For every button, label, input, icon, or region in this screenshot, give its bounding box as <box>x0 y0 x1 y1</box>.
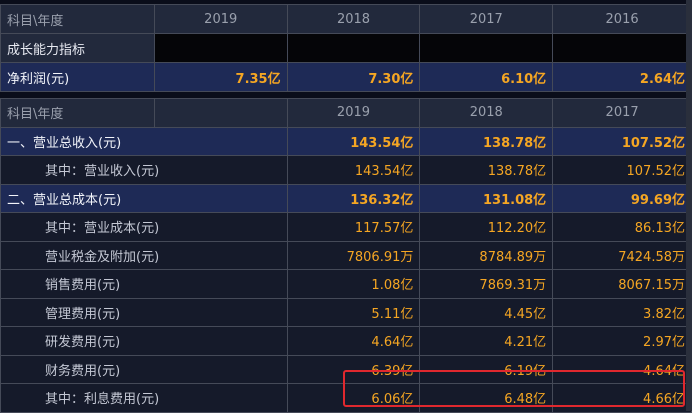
value-cell: 6.19亿 <box>419 354 554 384</box>
table-row[interactable]: 一、营业总收入(元) 143.54亿 138.78亿 107.52亿 <box>0 126 692 156</box>
top-header-row: 科目\年度 2019 2018 2017 2016 <box>0 4 692 34</box>
value-cell: 4.21亿 <box>419 326 554 356</box>
value-cell: 99.69亿 <box>552 183 692 213</box>
value-cell: 143.54亿 <box>286 155 421 185</box>
value-cell: 8784.89万 <box>419 240 554 270</box>
value-cell: 117.57亿 <box>286 212 421 242</box>
value-cell: 7869.31万 <box>419 269 554 299</box>
table-row[interactable]: 研发费用(元) 4.64亿 4.21亿 2.97亿 <box>0 326 692 356</box>
year-2018[interactable]: 2018 <box>286 4 421 34</box>
row-label: 营业税金及附加(元) <box>0 240 288 270</box>
value-cell: 4.45亿 <box>419 297 554 327</box>
value-cell: 4.64亿 <box>286 326 421 356</box>
value-cell: 7.35亿 <box>153 62 288 92</box>
header-label: 科目\年度 <box>0 4 155 34</box>
table-row[interactable]: 财务费用(元) 6.39亿 6.19亿 4.64亿 <box>0 354 692 384</box>
table-row[interactable]: 其中：利息费用(元) 6.06亿 6.48亿 4.66亿 <box>0 383 692 413</box>
value-cell: 138.78亿 <box>419 126 554 156</box>
row-label: 销售费用(元) <box>0 269 288 299</box>
table-row[interactable]: 销售费用(元) 1.08亿 7869.31万 8067.15万 <box>0 269 692 299</box>
row-label: 其中：营业收入(元) <box>0 155 288 185</box>
table-row[interactable]: 营业税金及附加(元) 7806.91万 8784.89万 7424.58万 <box>0 240 692 270</box>
year-2016[interactable]: 2016 <box>552 4 692 34</box>
value-cell: 7806.91万 <box>286 240 421 270</box>
main-header-row: 科目\年度 2019 2018 2017 <box>0 98 692 128</box>
year-2017[interactable]: 2017 <box>419 4 554 34</box>
row-label: 财务费用(元) <box>0 354 288 384</box>
value-cell: 6.06亿 <box>286 383 421 413</box>
income-table: 科目\年度 2019 2018 2017 一、营业总收入(元) 143.54亿 13… <box>0 98 692 413</box>
year-2017[interactable]: 2017 <box>552 98 692 128</box>
value-cell: 6.48亿 <box>419 383 554 413</box>
value-cell: 6.39亿 <box>286 354 421 384</box>
value-cell: 4.66亿 <box>552 383 692 413</box>
header-label: 科目\年度 <box>0 98 155 128</box>
value-cell: 138.78亿 <box>419 155 554 185</box>
value-cell: 7.30亿 <box>286 62 421 92</box>
value-cell: 136.32亿 <box>286 183 421 213</box>
growth-table: 科目\年度 2019 2018 2017 2016 成长能力指标 净利润(元) … <box>0 4 692 92</box>
value-cell: 107.52亿 <box>552 126 692 156</box>
value-cell: 143.54亿 <box>286 126 421 156</box>
value-cell: 86.13亿 <box>552 212 692 242</box>
value-cell: 8067.15万 <box>552 269 692 299</box>
section-row: 成长能力指标 <box>0 33 692 63</box>
value-cell: 3.82亿 <box>552 297 692 327</box>
value-cell: 107.52亿 <box>552 155 692 185</box>
value-cell: 2.97亿 <box>552 326 692 356</box>
year-2019[interactable]: 2019 <box>286 98 421 128</box>
value-cell: 7424.58万 <box>552 240 692 270</box>
section-label: 成长能力指标 <box>0 33 155 63</box>
net-profit-row[interactable]: 净利润(元) 7.35亿 7.30亿 6.10亿 2.64亿 <box>0 62 692 92</box>
scrollbar[interactable] <box>686 0 692 411</box>
table-row[interactable]: 其中：营业收入(元) 143.54亿 138.78亿 107.52亿 <box>0 155 692 185</box>
value-cell: 1.08亿 <box>286 269 421 299</box>
row-label: 研发费用(元) <box>0 326 288 356</box>
year-2018[interactable]: 2018 <box>419 98 554 128</box>
value-cell: 131.08亿 <box>419 183 554 213</box>
row-label: 其中：营业成本(元) <box>0 212 288 242</box>
year-2019[interactable]: 2019 <box>153 4 288 34</box>
row-label: 其中：利息费用(元) <box>0 383 288 413</box>
row-label: 一、营业总收入(元) <box>0 126 288 156</box>
table-row[interactable]: 二、营业总成本(元) 136.32亿 131.08亿 99.69亿 <box>0 183 692 213</box>
value-cell: 4.64亿 <box>552 354 692 384</box>
row-label: 二、营业总成本(元) <box>0 183 288 213</box>
row-label: 净利润(元) <box>0 62 155 92</box>
value-cell: 2.64亿 <box>552 62 692 92</box>
row-label: 管理费用(元) <box>0 297 288 327</box>
value-cell: 5.11亿 <box>286 297 421 327</box>
value-cell: 112.20亿 <box>419 212 554 242</box>
table-row[interactable]: 其中：营业成本(元) 117.57亿 112.20亿 86.13亿 <box>0 212 692 242</box>
table-row[interactable]: 管理费用(元) 5.11亿 4.45亿 3.82亿 <box>0 297 692 327</box>
value-cell: 6.10亿 <box>419 62 554 92</box>
